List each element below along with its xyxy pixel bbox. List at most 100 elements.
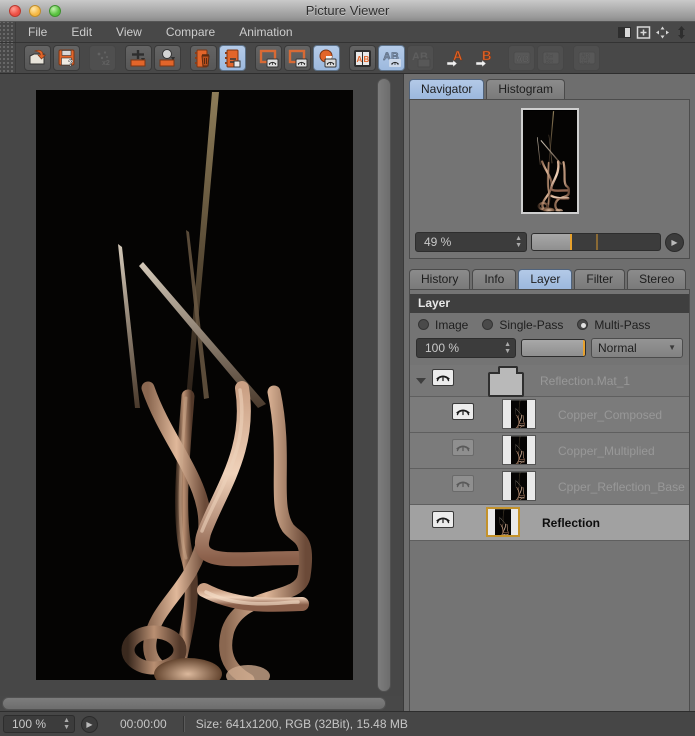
render-settings-button[interactable]: x2 <box>89 45 116 71</box>
layer-name[interactable]: Reflection.Mat_1 <box>540 374 630 388</box>
vertical-scrollbar-thumb[interactable] <box>378 79 390 691</box>
visibility-eye-icon-off[interactable] <box>452 475 474 492</box>
open-image-button[interactable] <box>24 45 51 71</box>
expand-triangle-icon[interactable] <box>416 378 426 384</box>
svg-text:B=: B= <box>545 60 553 66</box>
tab-histogram[interactable]: Histogram <box>486 79 566 99</box>
visibility-eye-icon-off[interactable] <box>452 439 474 456</box>
layer-row-reflection-selected[interactable]: Reflection <box>410 505 689 541</box>
layer-row-copper-multiplied[interactable]: Copper_Multiplied <box>410 433 689 469</box>
title-bar: Picture Viewer <box>0 0 695 22</box>
layer-row-copper-composed[interactable]: Copper_Composed <box>410 397 689 433</box>
image-viewer-area[interactable] <box>0 74 403 696</box>
split-view-icon[interactable] <box>617 26 632 39</box>
layer-thumbnail[interactable] <box>502 435 536 465</box>
navigator-play-button[interactable]: ▶ <box>665 232 684 252</box>
save-image-button[interactable]: ? <box>53 45 80 71</box>
menu-compare[interactable]: Compare <box>154 22 227 42</box>
ab-split-icon: A B <box>354 49 371 67</box>
filmstrip-icon <box>224 49 240 67</box>
radio-multi-pass[interactable] <box>577 319 589 330</box>
opacity-row: 100 % ▲ ▼ Normal ▼ <box>410 335 689 362</box>
menu-animation[interactable]: Animation <box>227 22 304 42</box>
radio-single-pass[interactable] <box>482 319 494 330</box>
resize-vertical-icon[interactable] <box>674 25 689 39</box>
menu-edit[interactable]: Edit <box>59 22 104 42</box>
add-panel-icon[interactable] <box>636 25 651 39</box>
horizontal-scrollbar-thumb[interactable] <box>3 698 385 709</box>
tab-layer[interactable]: Layer <box>518 269 573 289</box>
status-zoom-field[interactable]: 100 % ▲ ▼ <box>3 715 75 733</box>
layer-opacity-slider[interactable] <box>521 338 586 357</box>
ab-disabled-icon: AB <box>412 51 430 67</box>
svg-text:B: B <box>364 55 370 64</box>
navigator-zoom-field[interactable]: 49 % ▲ ▼ <box>415 232 527 252</box>
status-divider <box>182 716 184 732</box>
menu-file[interactable]: File <box>16 22 59 42</box>
set-b-letter: B <box>482 48 491 63</box>
move-icon[interactable] <box>655 26 670 39</box>
ab-split-button[interactable]: A B <box>349 45 376 71</box>
show-image-a-button[interactable] <box>255 45 282 71</box>
show-filmstrip-button[interactable] <box>219 45 246 71</box>
navigator-thumbnail[interactable] <box>520 108 579 214</box>
menu-view[interactable]: View <box>104 22 154 42</box>
show-image-b-button[interactable] <box>284 45 311 71</box>
status-play-button[interactable]: ▶ <box>81 715 98 733</box>
toolbar: ? x2 A B AB AB A B AD A= B= AB 1:1 <box>0 43 695 74</box>
import-animation-button[interactable] <box>125 45 152 71</box>
set-a-letter: A <box>453 48 463 63</box>
layer-row-folder[interactable]: Reflection.Mat_1 <box>410 365 689 397</box>
rendered-image[interactable] <box>36 90 353 680</box>
blend-mode-value: Normal <box>598 340 637 355</box>
delete-image-button[interactable] <box>190 45 217 71</box>
layer-opacity-field[interactable]: 100 % ▲ ▼ <box>416 337 516 358</box>
radio-image[interactable] <box>418 319 429 330</box>
import-animation-icon <box>130 49 145 66</box>
vertical-scrollbar[interactable] <box>377 78 391 692</box>
layer-row-cpper-reflection-base[interactable]: Cpper_Reflection_Base <box>410 469 689 505</box>
show-channels-button[interactable] <box>313 45 340 71</box>
compare-grid-button[interactable]: A= B= <box>537 45 564 71</box>
frame-b-eye-icon <box>288 49 307 67</box>
chevron-down-icon: ▼ <box>668 343 676 352</box>
layer-thumbnail-selected[interactable] <box>486 507 520 537</box>
visibility-eye-icon[interactable] <box>432 369 454 386</box>
ab-disabled-button[interactable]: AB <box>407 45 434 71</box>
compare-seq-button[interactable]: AB 1:1 <box>573 45 600 71</box>
tab-filter[interactable]: Filter <box>574 269 626 289</box>
set-as-b-button[interactable]: B <box>472 45 499 71</box>
layer-name[interactable]: Copper_Multiplied <box>558 444 655 458</box>
horizontal-scrollbar[interactable] <box>2 697 386 710</box>
opacity-stepper[interactable]: ▲ ▼ <box>496 341 511 355</box>
radio-single-pass-label: Single-Pass <box>499 317 564 332</box>
zoom-stepper[interactable]: ▲ ▼ <box>507 235 522 249</box>
layer-name[interactable]: Cpper_Reflection_Base <box>558 480 685 494</box>
tab-history[interactable]: History <box>409 269 471 289</box>
import-still-icon <box>159 48 175 66</box>
blend-mode-dropdown[interactable]: Normal ▼ <box>591 337 683 358</box>
visibility-eye-icon[interactable] <box>452 403 474 420</box>
svg-text:?: ? <box>68 58 74 67</box>
visibility-eye-icon[interactable] <box>432 511 454 528</box>
compare-seq-icon: AB 1:1 <box>578 51 595 66</box>
layer-name[interactable]: Reflection <box>542 516 600 530</box>
navigator-zoom-slider[interactable] <box>531 233 661 251</box>
layer-name[interactable]: Copper_Composed <box>558 408 662 422</box>
compare-ad-button[interactable]: AD <box>508 45 535 71</box>
layer-thumbnail[interactable] <box>502 399 536 429</box>
toolbar-grip-handle[interactable] <box>0 43 16 73</box>
status-zoom-stepper[interactable]: ▲ ▼ <box>55 717 70 731</box>
menu-grip-handle[interactable] <box>0 22 16 42</box>
tab-stereo[interactable]: Stereo <box>627 269 687 289</box>
ab-compare-button[interactable]: AB <box>378 45 405 71</box>
import-still-button[interactable] <box>154 45 181 71</box>
set-as-a-button[interactable]: A <box>443 45 470 71</box>
layer-thumbnail[interactable] <box>502 471 536 501</box>
tab-navigator[interactable]: Navigator <box>409 79 485 99</box>
navigator-tabs: Navigator Histogram <box>404 78 695 99</box>
svg-text:AD: AD <box>516 54 529 64</box>
tab-info[interactable]: Info <box>472 269 517 289</box>
compare-ad-icon: AD <box>513 51 530 65</box>
delete-image-icon <box>194 49 210 67</box>
